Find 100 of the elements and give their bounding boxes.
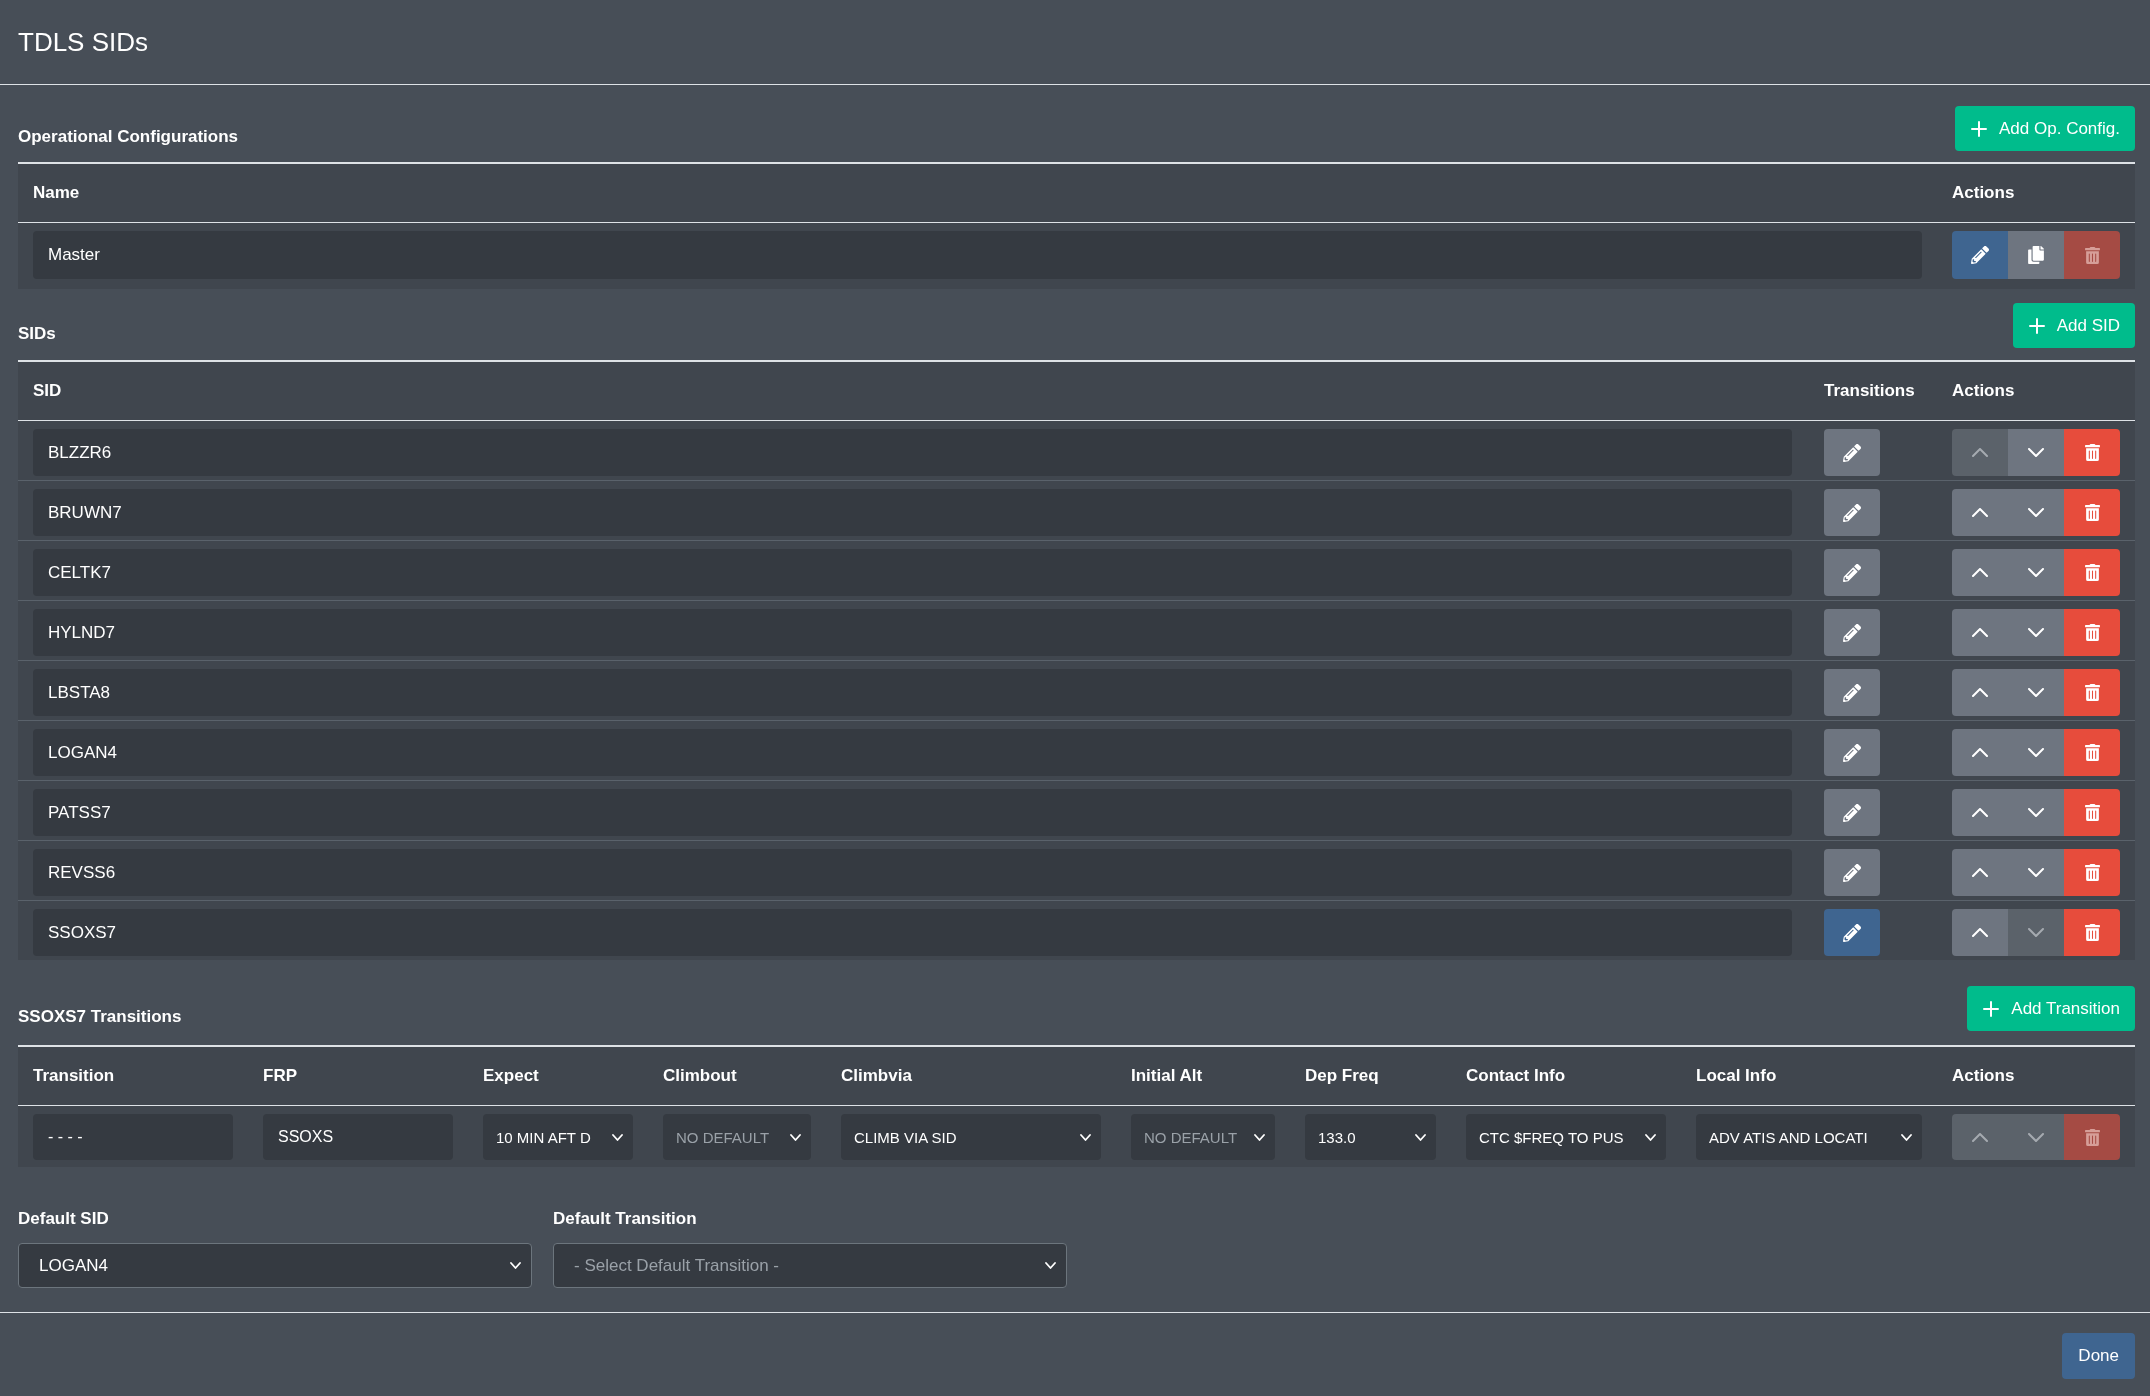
sid-name-field[interactable]: REVSS6	[33, 849, 1792, 896]
config-name-field[interactable]: Master	[33, 231, 1922, 279]
chevron-up-icon	[1972, 1132, 1988, 1142]
trash-icon	[2083, 246, 2101, 264]
edit-transitions-button[interactable]	[1824, 669, 1880, 716]
chevron-up-icon	[1972, 628, 1988, 637]
pencil-icon	[1843, 623, 1861, 642]
chevron-down-icon	[2028, 628, 2044, 637]
text-field[interactable]: SSOXS	[263, 1114, 453, 1160]
pencil-icon	[1843, 743, 1861, 762]
chevron-down-icon	[1901, 1133, 1912, 1141]
chevron-down-icon	[2028, 1132, 2044, 1142]
edit-transitions-button[interactable]	[1824, 729, 1880, 776]
column-header: Actions	[1952, 183, 2015, 203]
chevron-down-icon	[1045, 1262, 1056, 1269]
chevron-down-icon	[790, 1133, 801, 1141]
trash-icon	[2083, 564, 2101, 581]
sid-name-field[interactable]: BLZZR6	[33, 429, 1792, 476]
plus-icon	[1971, 120, 1988, 137]
trash-icon	[2083, 864, 2101, 881]
pencil-icon	[1843, 803, 1861, 822]
chevron-up-icon	[1972, 448, 1988, 457]
chevron-down-icon	[2028, 568, 2044, 577]
delete-button[interactable]	[2064, 429, 2120, 476]
chevron-down-icon	[1254, 1133, 1265, 1141]
chevron-up-icon	[1972, 928, 1988, 937]
column-header: Expect	[483, 1066, 539, 1086]
delete-button[interactable]	[2064, 489, 2120, 536]
chevron-down-icon	[2028, 688, 2044, 697]
delete-button[interactable]	[2064, 669, 2120, 716]
column-header: Initial Alt	[1131, 1066, 1203, 1086]
chevron-down-icon	[2028, 928, 2044, 937]
column-header: Climbout	[663, 1066, 737, 1086]
trash-icon	[2083, 504, 2101, 521]
section-title: Operational Configurations	[18, 127, 239, 148]
delete-button[interactable]	[2064, 909, 2120, 956]
delete-button[interactable]	[2064, 609, 2120, 656]
column-header: SID	[33, 381, 62, 401]
select-field[interactable]: 133.0	[1305, 1114, 1436, 1160]
trash-icon	[2083, 684, 2101, 701]
chevron-down-icon	[1645, 1133, 1656, 1141]
trash-icon	[2083, 444, 2101, 461]
column-header: Name	[33, 183, 80, 203]
done-button[interactable]: Done	[2062, 1333, 2135, 1379]
edit-transitions-button[interactable]	[1824, 789, 1880, 836]
pencil-icon	[1843, 563, 1861, 582]
edit-transitions-button[interactable]	[1824, 549, 1880, 596]
pencil-icon	[1843, 443, 1861, 462]
edit-transitions-button[interactable]	[1824, 609, 1880, 656]
trash-icon	[2083, 624, 2101, 641]
field-label: Default Transition	[553, 1208, 698, 1230]
chevron-down-icon	[2028, 448, 2044, 457]
chevron-up-icon	[1972, 568, 1988, 577]
sid-name-field[interactable]: HYLND7	[33, 609, 1792, 656]
copy-button[interactable]	[2008, 231, 2064, 279]
sid-name-field[interactable]: SSOXS7	[33, 909, 1792, 956]
delete-button[interactable]	[2064, 849, 2120, 896]
chevron-up-icon	[1972, 688, 1988, 697]
select-field[interactable]: 10 MIN AFT D	[483, 1114, 633, 1160]
select-field[interactable]: NO DEFAULT	[663, 1114, 811, 1160]
trash-icon	[2083, 744, 2101, 761]
trash-icon	[2083, 804, 2101, 821]
chevron-down-icon	[2028, 808, 2044, 817]
pencil-icon	[1971, 246, 1989, 264]
chevron-up-icon	[1972, 748, 1988, 757]
chevron-down-icon	[612, 1133, 623, 1141]
section-title: SIDs	[18, 324, 56, 345]
edit-button[interactable]	[1952, 231, 2008, 279]
edit-transitions-button[interactable]	[1824, 489, 1880, 536]
column-header: Local Info	[1696, 1066, 1777, 1086]
field-label: Default SID	[18, 1208, 110, 1230]
select-field[interactable]: NO DEFAULT	[1131, 1114, 1275, 1160]
sid-name-field[interactable]: PATSS7	[33, 789, 1792, 836]
select-field[interactable]: CLIMB VIA SID	[841, 1114, 1101, 1160]
copy-icon	[2027, 246, 2045, 264]
chevron-down-icon	[2028, 748, 2044, 757]
delete-button[interactable]	[2064, 729, 2120, 776]
chevron-up-icon	[1972, 868, 1988, 877]
column-header: Contact Info	[1466, 1066, 1566, 1086]
pencil-icon	[1843, 503, 1861, 522]
select-field[interactable]: ADV ATIS AND LOCATI	[1696, 1114, 1922, 1160]
chevron-down-icon	[2028, 508, 2044, 517]
column-header: Actions	[1952, 381, 2015, 401]
plus-icon	[1983, 1000, 2000, 1017]
edit-transitions-button[interactable]	[1824, 429, 1880, 476]
chevron-down-icon	[1080, 1133, 1091, 1141]
edit-transitions-button[interactable]	[1824, 909, 1880, 956]
text-field[interactable]: - - - -	[33, 1114, 233, 1160]
sid-name-field[interactable]: LBSTA8	[33, 669, 1792, 716]
select-field[interactable]: - Select Default Transition -	[553, 1243, 1067, 1288]
select-field[interactable]: CTC $FREQ TO PUS	[1466, 1114, 1666, 1160]
chevron-up-icon	[1972, 808, 1988, 817]
delete-button[interactable]	[2064, 789, 2120, 836]
select-field[interactable]: LOGAN4	[18, 1243, 532, 1288]
delete-button[interactable]	[2064, 549, 2120, 596]
sid-name-field[interactable]: CELTK7	[33, 549, 1792, 596]
pencil-icon	[1843, 683, 1861, 702]
edit-transitions-button[interactable]	[1824, 849, 1880, 896]
sid-name-field[interactable]: BRUWN7	[33, 489, 1792, 536]
sid-name-field[interactable]: LOGAN4	[33, 729, 1792, 776]
